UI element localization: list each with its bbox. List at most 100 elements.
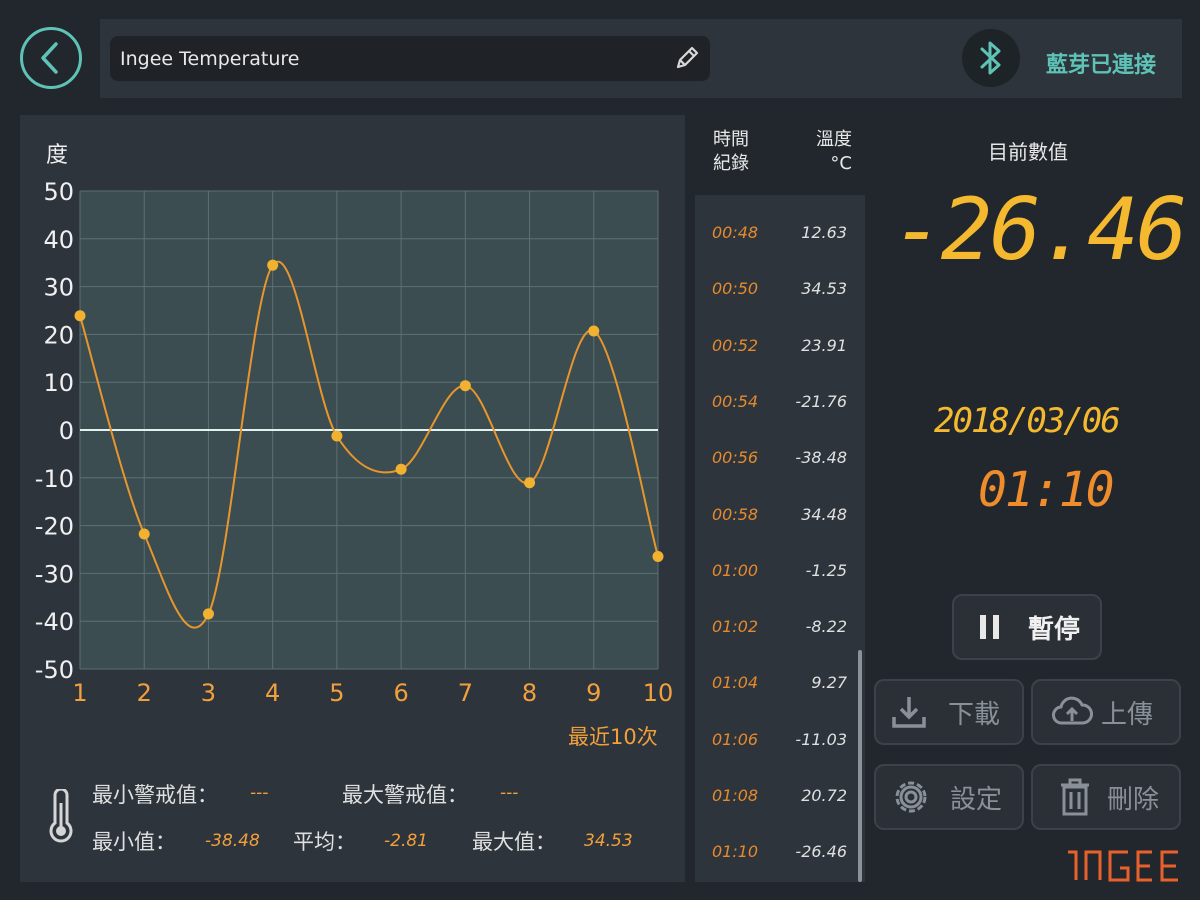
- max-alert-value: ---: [500, 783, 519, 803]
- device-name-field[interactable]: Ingee Temperature: [110, 36, 710, 81]
- log-temp: 20.72: [801, 786, 847, 805]
- log-row: 01:06 -11.03: [695, 702, 865, 758]
- x-tick-label: 1: [72, 679, 87, 707]
- ingee-logo: ingee: [1068, 850, 1178, 882]
- x-tick-label: 5: [329, 679, 344, 707]
- y-tick-label: 20: [43, 321, 74, 349]
- data-point: [202, 608, 214, 620]
- min-alert-label: 最小警戒值：: [92, 783, 218, 807]
- log-temp: -11.03: [795, 729, 847, 749]
- x-axis-label: 最近10次: [568, 725, 658, 749]
- log-row: 00:50 34.53: [695, 251, 865, 307]
- log-scrollbar[interactable]: [858, 650, 862, 882]
- avg-value: -2.81: [384, 831, 428, 851]
- log-temp: -1.25: [805, 560, 847, 580]
- y-tick-label: -20: [35, 513, 74, 541]
- cloud-upload-icon: [1052, 696, 1093, 725]
- download-icon: [892, 697, 926, 728]
- download-button[interactable]: 下載: [874, 679, 1024, 745]
- max-alert-label: 最大警戒值：: [342, 783, 468, 807]
- log-list[interactable]: 01:10 -26.46 01:08 20.72 01:06 -11.03 01:04 9.2…: [695, 195, 865, 882]
- y-tick-label: -40: [35, 608, 74, 636]
- log-temp: -26.46: [795, 842, 847, 862]
- x-tick-label: 3: [201, 679, 216, 707]
- bluetooth-button[interactable]: [962, 29, 1020, 87]
- log-row: 00:52 23.91: [695, 308, 865, 364]
- min-value: -38.48: [205, 831, 260, 851]
- y-tick-label: -50: [35, 656, 74, 684]
- x-tick-label: 8: [522, 679, 537, 707]
- y-tick-label: 0: [59, 417, 74, 445]
- device-name-text: Ingee Temperature: [120, 47, 300, 70]
- log-row: 00:54 -21.76: [695, 364, 865, 420]
- y-tick-label: -10: [35, 465, 74, 493]
- max-label: 最大值：: [472, 830, 556, 854]
- data-point: [395, 463, 407, 475]
- log-row: 01:00 -1.25: [695, 533, 865, 589]
- pencil-edit-icon[interactable]: [672, 43, 702, 73]
- log-temp: -21.76: [795, 391, 847, 411]
- data-point: [588, 325, 600, 337]
- settings-button[interactable]: 設定: [874, 764, 1024, 830]
- y-tick-label: -30: [35, 560, 74, 588]
- log-header-time: 時間 紀錄: [713, 129, 749, 174]
- log-header-temp: 溫度 °C: [816, 129, 852, 174]
- log-row: 01:02 -8.22: [695, 589, 865, 645]
- avg-label: 平均：: [293, 830, 356, 854]
- current-value: -26.46: [892, 180, 1188, 280]
- current-time: 01:10: [978, 462, 1114, 518]
- delete-button[interactable]: 刪除: [1031, 764, 1181, 830]
- log-row: 01:08 20.72: [695, 758, 865, 814]
- current-date: 2018/03/06: [934, 401, 1121, 441]
- data-point: [267, 259, 279, 271]
- log-temp: -8.22: [805, 617, 847, 637]
- thermometer-icon: [49, 789, 73, 843]
- upload-label: 上傳: [1101, 699, 1154, 730]
- y-tick-label: 30: [43, 274, 74, 302]
- log-temp: 34.53: [801, 279, 847, 299]
- y-tick-label: 10: [43, 369, 74, 397]
- log-time: 01:08: [712, 786, 759, 805]
- gear-icon: [895, 781, 927, 813]
- log-time: 00:56: [712, 448, 759, 468]
- log-time: 00:50: [712, 279, 759, 299]
- pause-button[interactable]: 暫停: [952, 594, 1102, 660]
- y-axis-label: 度: [46, 143, 69, 168]
- upload-button[interactable]: 上傳: [1031, 679, 1181, 745]
- temperature-chart: 50 40 30 20 10 0 -10 -20 -30 -40 -501 2 3 4 5 6 7 8 9 10: [35, 178, 674, 707]
- log-time: 01:04: [712, 673, 759, 693]
- bluetooth-status: 藍芽已連接: [1046, 53, 1157, 78]
- max-value: 34.53: [584, 831, 633, 851]
- min-alert-value: ---: [250, 783, 269, 803]
- data-point: [524, 477, 536, 489]
- log-time: 01:06: [712, 729, 759, 749]
- log-time: 00:48: [712, 223, 759, 242]
- min-label: 最小值：: [92, 830, 176, 854]
- data-point: [138, 528, 150, 540]
- log-time: 00:58: [712, 504, 759, 524]
- log-row: 01:04 9.27: [695, 645, 865, 701]
- delete-label: 刪除: [1107, 784, 1160, 815]
- back-arrow-icon: [41, 42, 58, 74]
- log-time: 01:02: [712, 617, 759, 637]
- log-row: 01:10 -26.46: [695, 814, 865, 870]
- log-row: 00:48 12.63: [695, 195, 865, 251]
- trash-icon: [1061, 778, 1089, 816]
- pause-label: 暫停: [1028, 614, 1081, 645]
- x-tick-label: 10: [643, 679, 674, 707]
- x-tick-label: 6: [393, 679, 408, 707]
- log-temp: 9.27: [811, 673, 847, 693]
- data-point: [331, 430, 343, 442]
- stats-area: 最小警戒值： --- 最大警戒值： --- 最小值： -38.48 平均： -2…: [20, 765, 685, 865]
- x-tick-label: 7: [458, 679, 473, 707]
- log-row: 00:58 34.48: [695, 477, 865, 533]
- y-tick-label: 50: [43, 178, 74, 206]
- back-button[interactable]: [20, 27, 82, 89]
- data-point: [459, 380, 471, 392]
- download-label: 下載: [948, 699, 1001, 730]
- settings-label: 設定: [950, 784, 1003, 815]
- current-value-label: 目前數值: [988, 140, 1068, 164]
- log-time: 00:52: [712, 335, 759, 355]
- y-tick-label: 40: [43, 226, 74, 254]
- x-tick-label: 4: [265, 679, 280, 707]
